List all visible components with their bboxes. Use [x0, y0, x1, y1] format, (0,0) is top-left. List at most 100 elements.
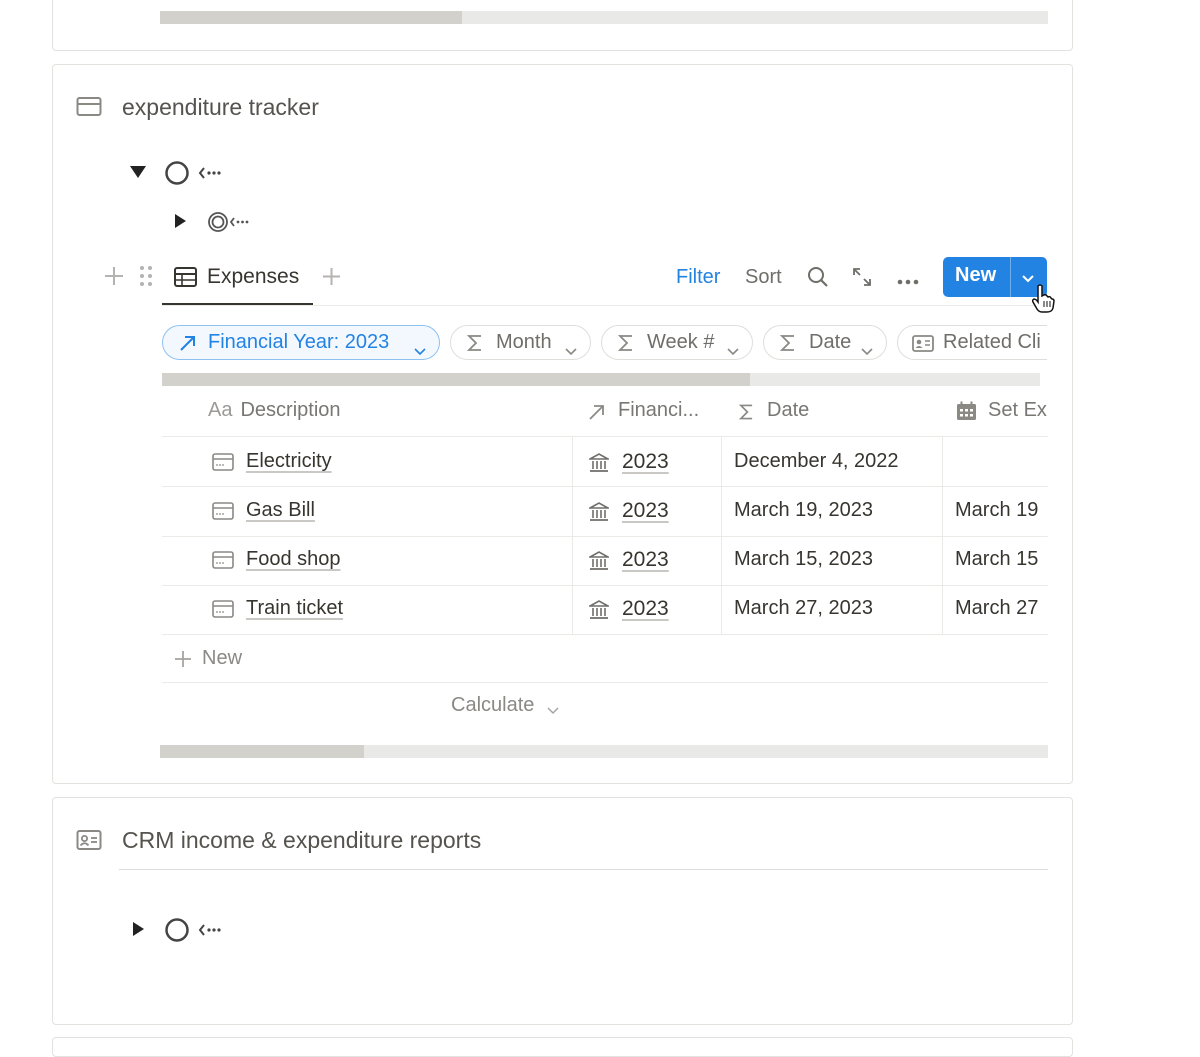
row-financial-year[interactable]: 2023	[622, 597, 669, 621]
chips-scrollbar[interactable]	[162, 373, 1040, 386]
row-financial-year[interactable]: 2023	[622, 499, 669, 523]
column-header-description[interactable]: Aa Description	[208, 399, 341, 422]
add-row-icon[interactable]	[174, 650, 192, 673]
page-icon	[212, 453, 234, 476]
column-divider	[942, 436, 943, 634]
row-description[interactable]: Gas Bill	[246, 499, 315, 522]
toggle-expand-icon[interactable]	[130, 166, 146, 178]
more-options-icon[interactable]	[897, 273, 919, 291]
chevron-down-icon	[727, 339, 739, 359]
page-icon	[212, 600, 234, 623]
arrow-dots-icon	[198, 166, 224, 185]
bank-icon	[586, 453, 612, 478]
page-icon	[212, 551, 234, 574]
chip-label: Financial Year: 2023	[208, 331, 390, 353]
calculate-button[interactable]: Calculate	[451, 694, 534, 717]
bank-icon	[586, 502, 612, 527]
toggle-collapse-icon[interactable]	[175, 214, 186, 228]
row-divider	[162, 486, 1048, 487]
chevron-down-icon	[565, 339, 577, 359]
row-date: March 15, 2023	[734, 548, 873, 570]
add-view-icon[interactable]	[322, 267, 341, 291]
new-button-divider	[1010, 257, 1011, 297]
table-view-icon	[174, 267, 197, 292]
row-date: December 4, 2022	[734, 450, 899, 472]
row-date: March 19, 2023	[734, 499, 873, 521]
row-divider	[162, 436, 1048, 437]
top-card	[52, 0, 1073, 51]
sigma-icon	[779, 334, 796, 358]
circle-icon	[164, 160, 190, 191]
filter-chip-month[interactable]: Month	[450, 325, 591, 360]
tab-bar-divider	[162, 305, 1048, 306]
row-divider	[162, 682, 1048, 683]
filter-button[interactable]: Filter	[676, 266, 720, 289]
contact-card-icon	[76, 829, 102, 856]
sigma-icon	[738, 403, 754, 426]
scrollbar-thumb[interactable]	[162, 373, 751, 386]
card-title: expenditure tracker	[122, 94, 319, 120]
chevron-down-icon	[861, 339, 873, 359]
expand-icon[interactable]	[852, 267, 872, 292]
contact-card-icon	[912, 335, 934, 358]
column-label: Description	[240, 399, 341, 421]
text-type-icon: Aa	[208, 399, 233, 421]
filter-chip-financial-year[interactable]: Financial Year: 2023	[162, 325, 440, 360]
row-description[interactable]: Train ticket	[246, 597, 343, 620]
row-set-ex: March 27	[955, 597, 1039, 619]
table-scrollbar[interactable]	[160, 745, 1048, 758]
bank-icon	[586, 551, 612, 576]
drag-handle-icon[interactable]	[139, 265, 153, 292]
row-date: March 27, 2023	[734, 597, 873, 619]
chevron-down-icon	[547, 702, 559, 720]
add-block-icon[interactable]	[104, 266, 124, 291]
chip-label: Week #	[647, 331, 715, 353]
column-header-financial-year[interactable]: Financi...	[618, 399, 699, 422]
search-icon[interactable]	[807, 266, 829, 293]
column-divider	[572, 436, 573, 634]
scrollbar-thumb[interactable]	[160, 745, 365, 758]
arrow-dots-icon	[198, 923, 224, 942]
row-description[interactable]: Food shop	[246, 548, 341, 571]
arrow-dots-icon	[229, 215, 251, 233]
row-financial-year[interactable]: 2023	[622, 450, 669, 474]
sigma-icon	[617, 334, 634, 358]
sort-button[interactable]: Sort	[745, 266, 782, 289]
new-row-button[interactable]: New	[202, 647, 242, 670]
filter-chip-date[interactable]: Date	[763, 325, 887, 360]
relation-arrow-icon	[589, 404, 605, 425]
target-circle-icon	[207, 211, 229, 238]
next-card	[52, 1037, 1073, 1057]
row-description[interactable]: Electricity	[246, 450, 332, 473]
chevron-down-icon	[414, 339, 426, 359]
title-divider	[119, 869, 1048, 870]
filter-chip-week[interactable]: Week #	[601, 325, 753, 360]
row-divider	[162, 585, 1048, 586]
circle-icon	[164, 917, 190, 948]
tab-expenses[interactable]: Expenses	[207, 265, 299, 289]
calendar-icon	[956, 401, 977, 426]
row-set-ex: March 15	[955, 548, 1039, 570]
database-card-icon	[76, 96, 102, 123]
card-title: CRM income & expenditure reports	[122, 827, 482, 853]
row-divider	[162, 634, 1048, 635]
chip-label: Date	[809, 331, 852, 353]
horizontal-scrollbar[interactable]	[160, 11, 1048, 24]
hand-cursor-icon	[1031, 284, 1055, 319]
chip-label: Month	[496, 331, 552, 353]
row-set-ex: March 19	[955, 499, 1039, 521]
row-divider	[162, 536, 1048, 537]
relation-arrow-icon	[179, 334, 197, 358]
page-icon	[212, 502, 234, 525]
column-divider	[721, 436, 722, 634]
column-header-set-ex[interactable]: Set Ex	[988, 399, 1048, 422]
sigma-icon	[466, 334, 483, 358]
scrollbar-thumb[interactable]	[160, 11, 462, 24]
column-header-date[interactable]: Date	[767, 399, 809, 422]
row-financial-year[interactable]: 2023	[622, 548, 669, 572]
new-button-label: New	[955, 264, 997, 286]
bank-icon	[586, 600, 612, 625]
toggle-collapse-icon[interactable]	[133, 922, 144, 936]
chip-label: Related Cli	[943, 331, 1041, 353]
filter-chip-related-client[interactable]: Related Cli	[897, 325, 1047, 360]
